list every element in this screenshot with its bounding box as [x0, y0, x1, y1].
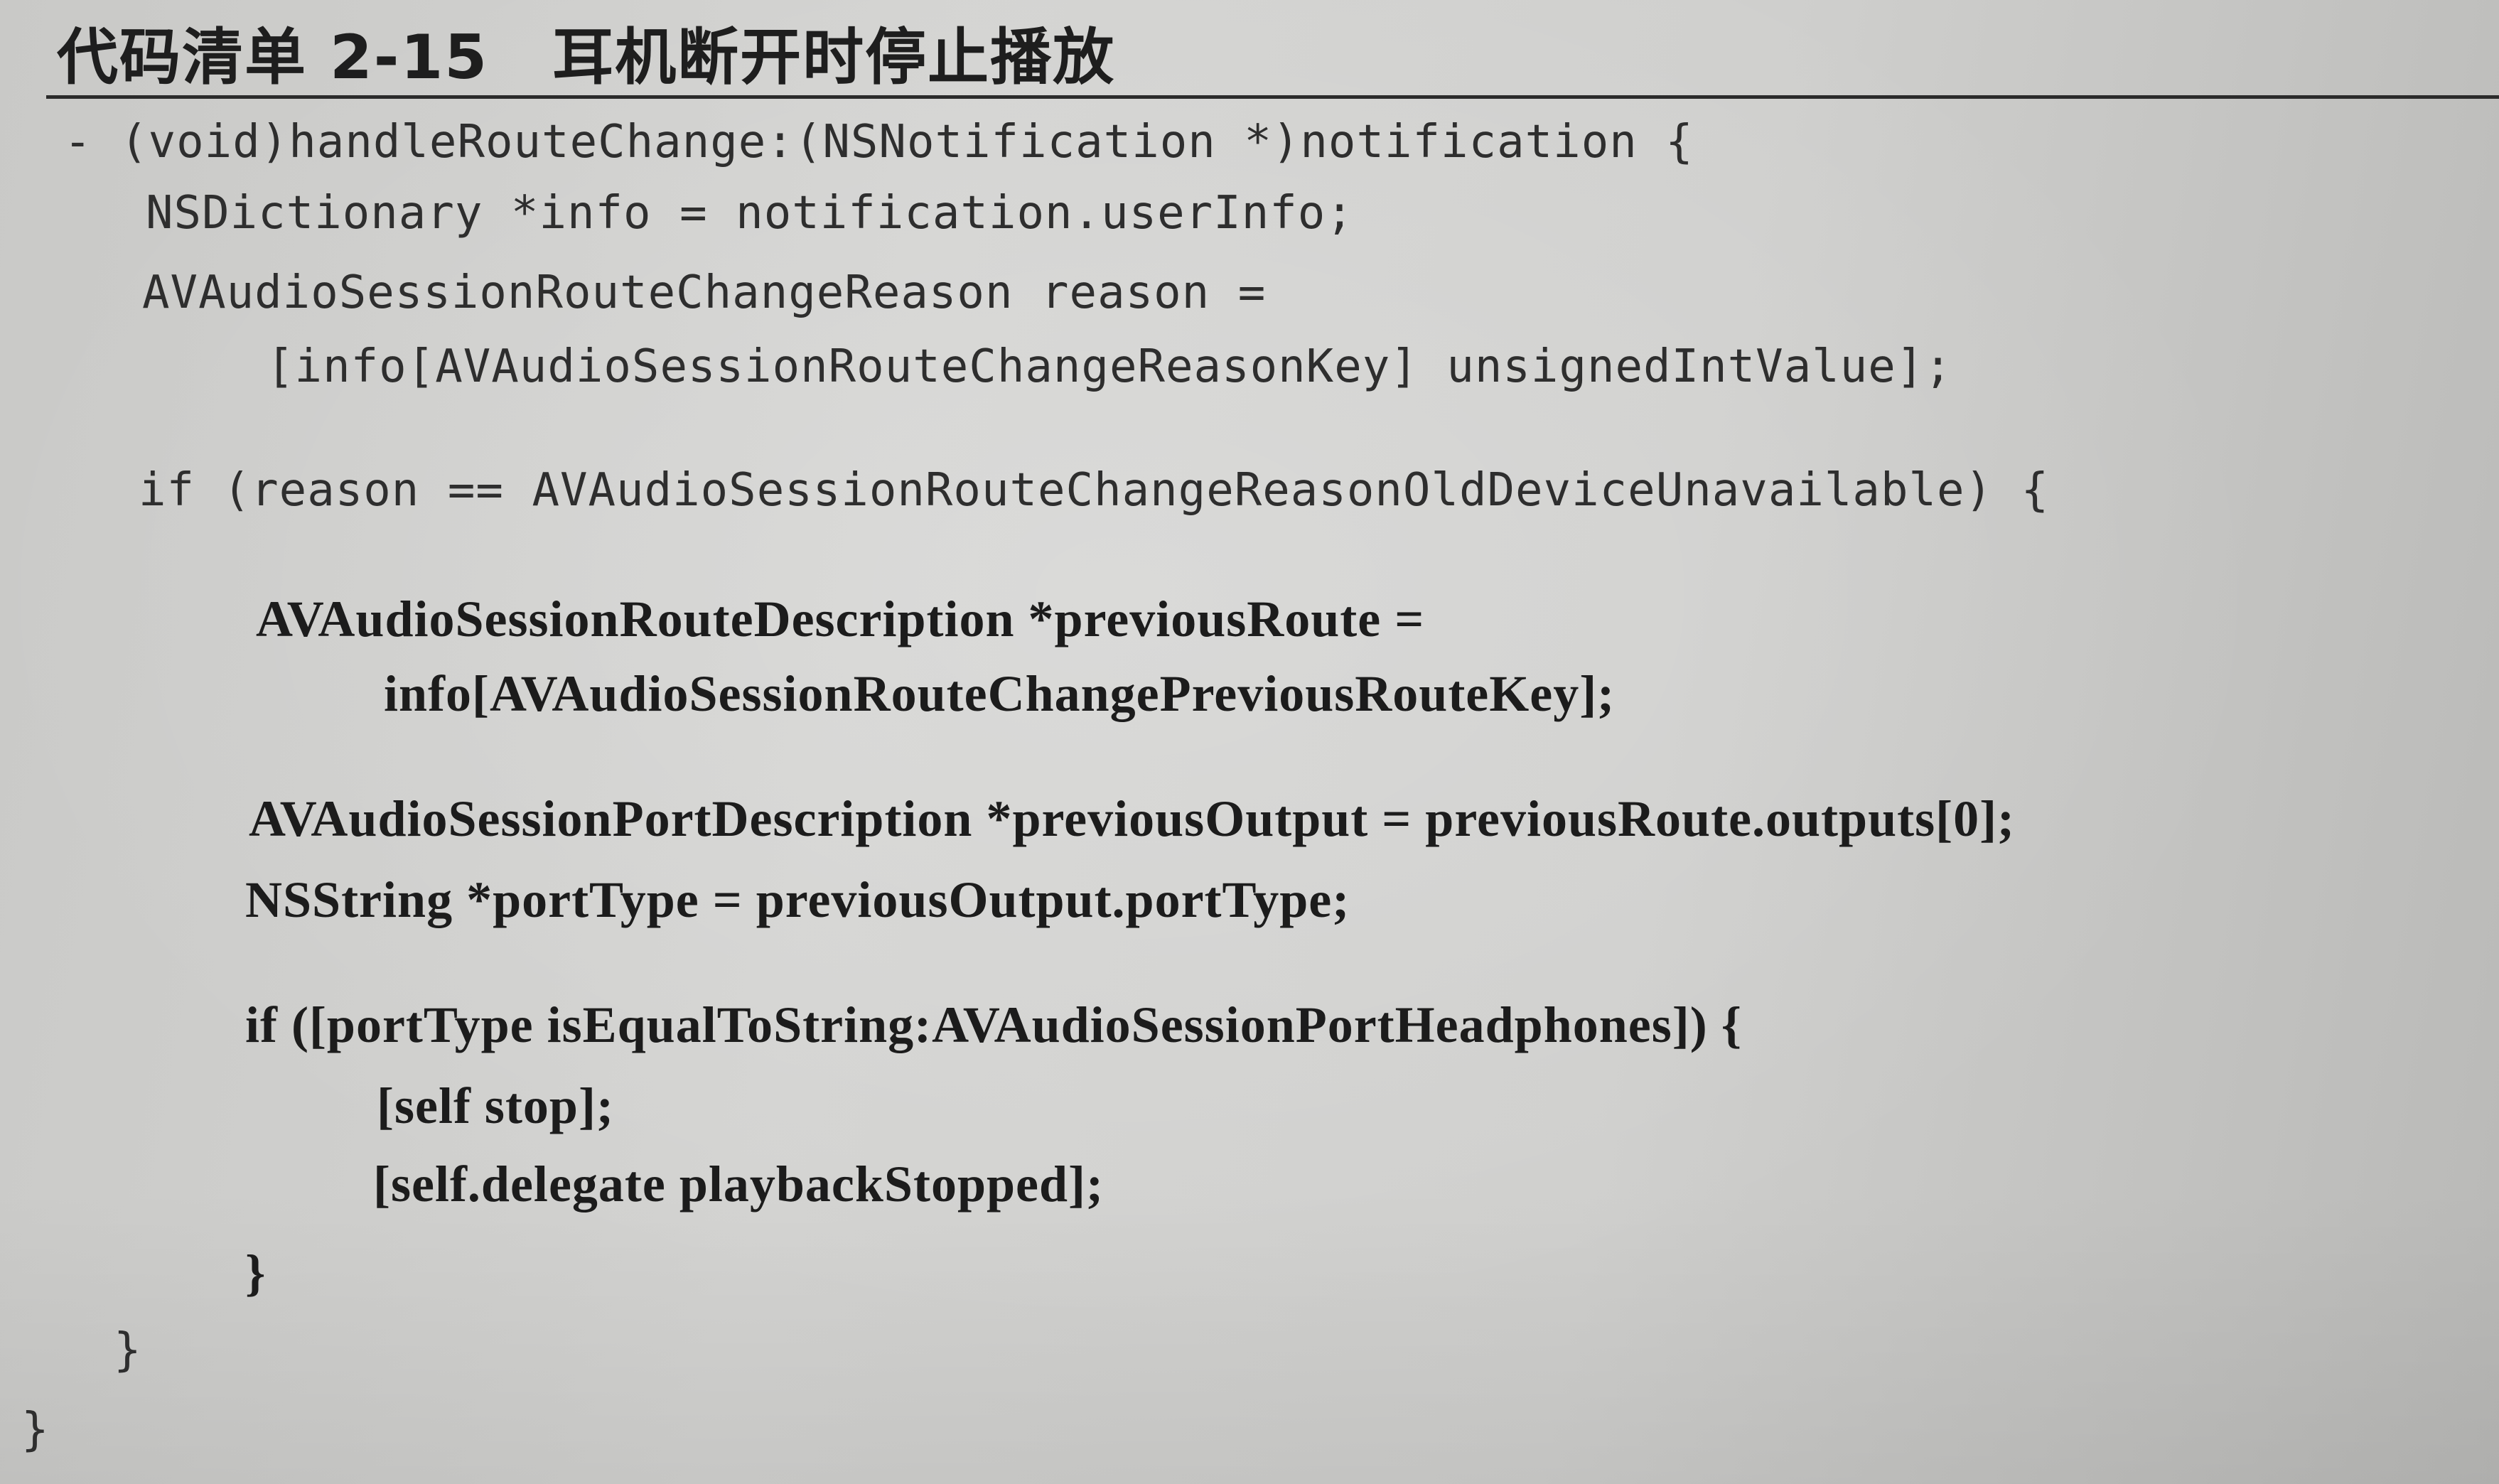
- code-line-if-headphones: if ([portType isEqualToString:AVAudioSes…: [245, 996, 1743, 1053]
- code-line-info-assignment: NSDictionary *info = notification.userIn…: [146, 187, 1354, 240]
- code-line-self-stop: [self stop];: [377, 1077, 614, 1134]
- code-line-close-outer-if: }: [114, 1324, 142, 1377]
- code-line-if-reason: if (reason == AVAudioSessionRouteChangeR…: [139, 464, 2050, 517]
- code-line-reason-declaration: AVAudioSessionRouteChangeReason reason =: [142, 267, 1267, 319]
- code-line-port-type: NSString *portType = previousOutput.port…: [245, 871, 1350, 928]
- code-line-method-signature: - (void)handleRouteChange:(NSNotificatio…: [64, 116, 1694, 168]
- code-line-previous-route-value: info[AVAudioSessionRouteChangePreviousRo…: [384, 665, 1616, 722]
- code-line-close-method: }: [21, 1404, 50, 1456]
- code-line-reason-value: [info[AVAudioSessionRouteChangeReasonKey…: [267, 340, 1952, 393]
- code-line-delegate-playback-stopped: [self.delegate playbackStopped];: [373, 1156, 1104, 1213]
- code-listing: - (void)handleRouteChange:(NSNotificatio…: [0, 0, 2499, 1484]
- code-line-previous-output: AVAudioSessionPortDescription *previousO…: [249, 790, 2016, 847]
- code-line-previous-route-declaration: AVAudioSessionRouteDescription *previous…: [256, 591, 1425, 647]
- code-line-close-inner-if: }: [245, 1244, 267, 1301]
